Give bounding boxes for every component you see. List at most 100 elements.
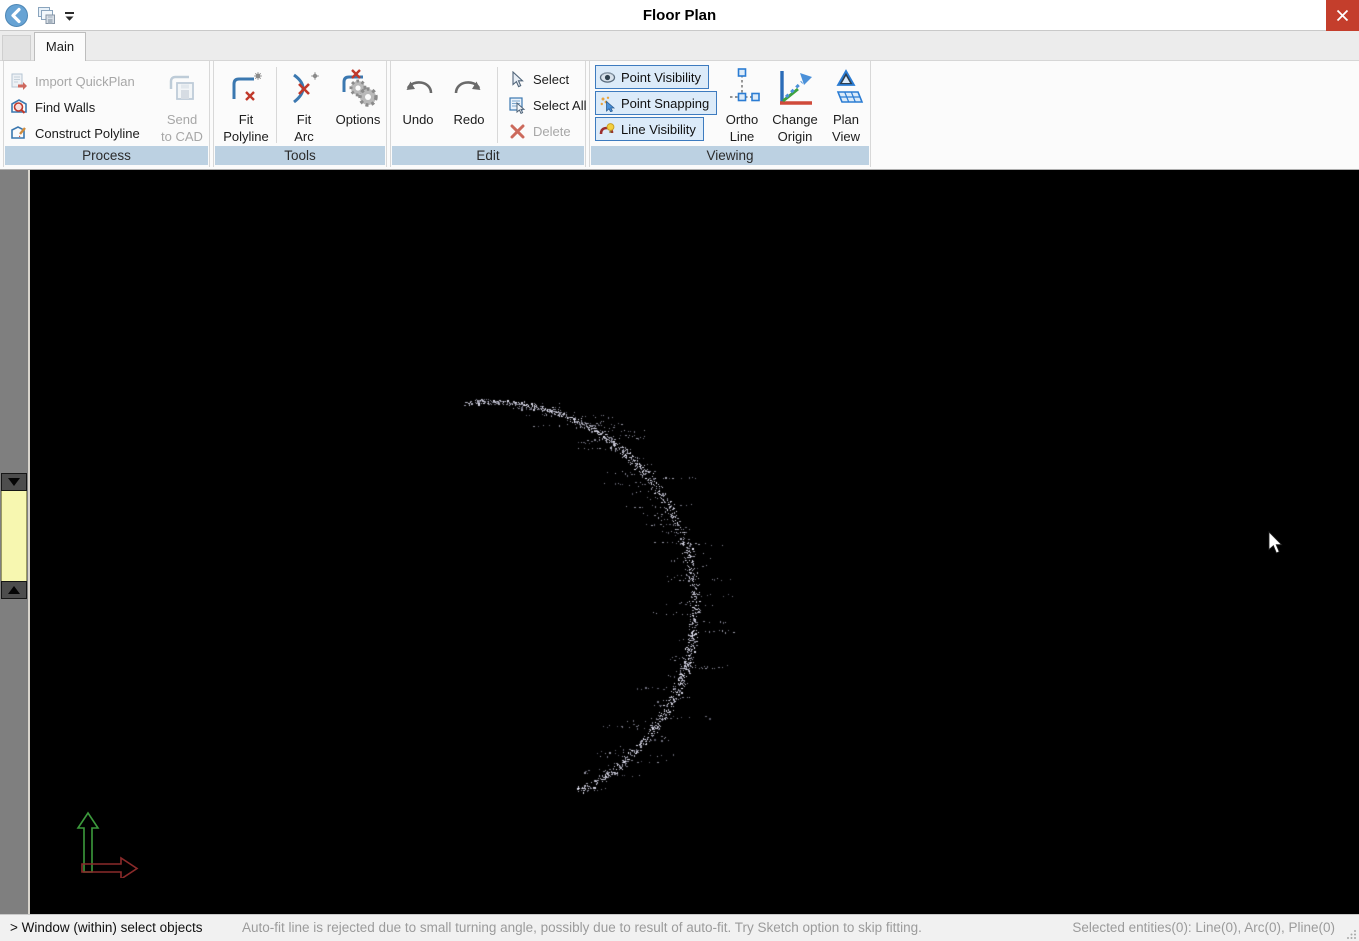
redo-label: Redo	[453, 111, 484, 128]
app-window: Floor Plan	[0, 0, 1359, 941]
select-all-label: Select All	[533, 98, 586, 113]
status-message: Auto-fit line is rejected due to small t…	[242, 915, 922, 941]
tab-strip-corner	[2, 35, 31, 61]
group-label-viewing: Viewing	[591, 146, 869, 165]
redo-icon	[451, 75, 487, 101]
change-origin-label-1: Change	[772, 111, 818, 128]
point-visibility-toggle[interactable]: Point Visibility	[595, 65, 709, 89]
line-visibility-label: Line Visibility	[621, 122, 696, 137]
send-to-cad-icon	[163, 69, 201, 107]
close-button[interactable]	[1326, 0, 1359, 31]
back-icon	[5, 4, 28, 27]
point-cloud-canvas	[30, 170, 1359, 914]
options-label: Options	[336, 111, 381, 128]
fit-arc-label-2: Arc	[294, 128, 314, 145]
status-bar: > Window (within) select objects Auto-fi…	[0, 914, 1359, 941]
ribbon-group-viewing: Point Visibility Point Snapping	[589, 61, 871, 167]
ribbon-tab-strip: Main	[0, 31, 1359, 61]
ribbon-group-edit: Undo Redo Select	[390, 61, 586, 167]
fit-polyline-label-2: Polyline	[223, 128, 269, 145]
slider-track[interactable]	[1, 491, 27, 581]
select-label: Select	[533, 72, 569, 87]
slider-down-button[interactable]	[1, 473, 27, 491]
delete-label: Delete	[533, 124, 571, 139]
workspace	[0, 170, 1359, 914]
ortho-line-label-1: Ortho	[726, 111, 759, 128]
point-snapping-label: Point Snapping	[621, 96, 709, 111]
delete-icon	[509, 123, 526, 140]
elevation-slider	[1, 473, 27, 599]
fit-arc-label-1: Fit	[297, 111, 311, 128]
quick-access-dropdown-button[interactable]	[64, 10, 75, 22]
select-all-button[interactable]: Select All	[503, 92, 586, 118]
plan-view-label-2: View	[832, 128, 860, 145]
mouse-cursor	[1268, 531, 1284, 555]
find-walls-button[interactable]: Find Walls	[4, 94, 95, 120]
tab-main[interactable]: Main	[34, 32, 86, 62]
ribbon-group-tools: Fit Polyline Fit Arc	[213, 61, 387, 167]
triangle-down-icon	[8, 478, 20, 486]
group-label-edit: Edit	[392, 146, 584, 165]
select-button[interactable]: Select	[503, 66, 569, 92]
quick-access-save-button[interactable]	[37, 6, 56, 25]
change-origin-icon	[774, 67, 816, 109]
ribbon-group-process: Import QuickPlan Find Walls Construct Po…	[3, 61, 210, 167]
import-quickplan-label: Import QuickPlan	[35, 74, 135, 89]
triangle-up-icon	[8, 586, 20, 594]
construct-polyline-button[interactable]: Construct Polyline	[4, 120, 140, 146]
point-snapping-toggle[interactable]: Point Snapping	[595, 91, 717, 115]
ortho-line-label-2: Line	[730, 128, 755, 145]
plan-view-button[interactable]: Plan View	[823, 65, 869, 147]
line-visibility-icon	[599, 121, 616, 138]
group-label-process: Process	[5, 146, 208, 165]
group-label-tools: Tools	[215, 146, 385, 165]
point-visibility-label: Point Visibility	[621, 70, 701, 85]
elevation-slider-strip	[0, 170, 30, 914]
close-icon	[1336, 9, 1349, 22]
undo-label: Undo	[402, 111, 433, 128]
redo-button[interactable]: Redo	[447, 65, 491, 147]
edit-divider	[497, 67, 498, 143]
construct-polyline-label: Construct Polyline	[35, 126, 140, 141]
send-to-cad-label-2: to CAD	[161, 128, 203, 145]
fit-polyline-button[interactable]: Fit Polyline	[221, 65, 271, 147]
undo-icon	[400, 75, 436, 101]
ortho-line-button[interactable]: Ortho Line	[717, 65, 767, 147]
change-origin-button[interactable]: Change Origin	[769, 65, 821, 147]
chevron-down-icon	[64, 11, 75, 23]
select-icon	[509, 71, 526, 88]
resize-grip[interactable]	[1347, 929, 1357, 939]
send-to-cad-label-1: Send	[167, 111, 197, 128]
options-button[interactable]: Options	[332, 65, 384, 147]
ribbon: Import QuickPlan Find Walls Construct Po…	[0, 61, 1359, 170]
save-icon	[37, 6, 56, 25]
construct-polyline-icon	[10, 124, 28, 142]
window-title: Floor Plan	[0, 0, 1359, 31]
delete-button[interactable]: Delete	[503, 118, 571, 144]
fit-arc-icon	[284, 68, 324, 108]
command-prompt: > Window (within) select objects	[10, 915, 202, 941]
back-button[interactable]	[5, 4, 28, 27]
tools-divider	[276, 67, 277, 143]
change-origin-label-2: Origin	[778, 128, 813, 145]
import-quickplan-icon	[10, 72, 28, 90]
title-bar: Floor Plan	[0, 0, 1359, 31]
import-quickplan-button[interactable]: Import QuickPlan	[4, 68, 135, 94]
slider-up-button[interactable]	[1, 581, 27, 599]
point-visibility-icon	[599, 69, 616, 86]
drawing-canvas-area[interactable]	[30, 170, 1359, 914]
point-snapping-icon	[599, 95, 616, 112]
fit-polyline-label-1: Fit	[239, 111, 253, 128]
viewing-toggle-column: Point Visibility Point Snapping	[595, 65, 717, 143]
fit-polyline-icon	[226, 68, 266, 108]
options-icon	[336, 66, 380, 110]
find-walls-icon	[10, 98, 28, 116]
fit-arc-button[interactable]: Fit Arc	[280, 65, 328, 147]
undo-button[interactable]: Undo	[395, 65, 441, 147]
find-walls-label: Find Walls	[35, 100, 95, 115]
select-all-icon	[509, 97, 526, 114]
selection-summary: Selected entities(0): Line(0), Arc(0), P…	[1072, 915, 1335, 941]
line-visibility-toggle[interactable]: Line Visibility	[595, 117, 704, 141]
plan-view-label-1: Plan	[833, 111, 859, 128]
send-to-cad-button[interactable]: Send to CAD	[157, 65, 207, 147]
